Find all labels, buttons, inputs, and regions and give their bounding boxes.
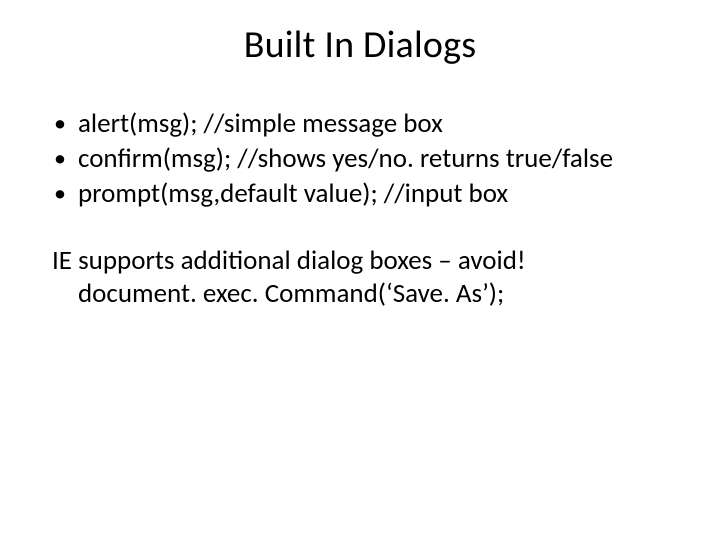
slide-title: Built In Dialogs — [0, 0, 720, 68]
bullet-item: confirm(msg); //shows yes/no. returns tr… — [52, 143, 668, 176]
slide: Built In Dialogs alert(msg); //simple me… — [0, 0, 720, 540]
bullet-list: alert(msg); //simple message box confirm… — [52, 108, 668, 211]
footer-line-1: IE supports additional dialog boxes – av… — [52, 245, 668, 278]
bullet-item: prompt(msg,default value); //input box — [52, 178, 668, 211]
bullet-item: alert(msg); //simple message box — [52, 108, 668, 141]
slide-body: alert(msg); //simple message box confirm… — [0, 68, 720, 311]
footer-line-2: document. exec. Command(‘Save. As’); — [52, 278, 668, 311]
footer-paragraph: IE supports additional dialog boxes – av… — [52, 245, 668, 311]
